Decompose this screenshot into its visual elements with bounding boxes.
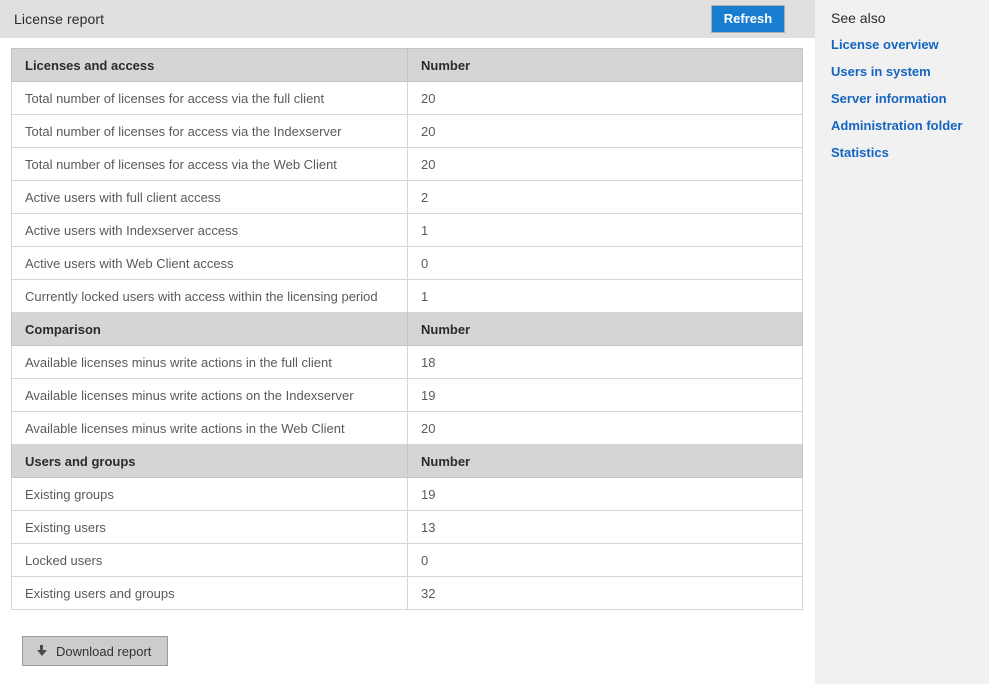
table-row: Available licenses minus write actions i…	[11, 411, 803, 445]
row-label: Total number of licenses for access via …	[11, 147, 408, 181]
table-row: Existing groups 19	[11, 477, 803, 511]
download-arrow-icon	[36, 645, 47, 657]
table-row: Available licenses minus write actions o…	[11, 378, 803, 412]
row-label: Existing groups	[11, 477, 408, 511]
see-also-link-list: License overview Users in system Server in…	[831, 37, 989, 160]
table-row: Active users with full client access 2	[11, 180, 803, 214]
row-label: Active users with Indexserver access	[11, 213, 408, 247]
row-value: 0	[407, 543, 803, 577]
row-label: Active users with full client access	[11, 180, 408, 214]
row-label: Active users with Web Client access	[11, 246, 408, 280]
table-row: Locked users 0	[11, 543, 803, 577]
row-label: Available licenses minus write actions i…	[11, 411, 408, 445]
row-value: 19	[407, 477, 803, 511]
row-value: 1	[407, 279, 803, 313]
row-label: Total number of licenses for access via …	[11, 114, 408, 148]
table-row: Active users with Web Client access 0	[11, 246, 803, 280]
license-report-page: License report Refresh Licenses and acce…	[0, 0, 989, 684]
row-value: 20	[407, 147, 803, 181]
download-report-label: Download report	[56, 643, 152, 659]
table-row: Existing users and groups 32	[11, 576, 803, 610]
table-row: Total number of licenses for access via …	[11, 147, 803, 181]
row-value: 19	[407, 378, 803, 412]
page-header-bar: License report Refresh	[0, 0, 815, 38]
download-report-area: Download report	[22, 636, 815, 666]
see-also-link[interactable]: Server information	[831, 91, 989, 106]
table-section-header-row: Users and groups Number	[11, 444, 803, 478]
row-label: Existing users	[11, 510, 408, 544]
license-report-table: Licenses and access Number Total number of…	[11, 48, 803, 610]
see-also-link[interactable]: Administration folder	[831, 118, 989, 133]
see-also-title: See also	[831, 10, 886, 26]
table-row: Total number of licenses for access via …	[11, 81, 803, 115]
row-value: 18	[407, 345, 803, 379]
row-value: 20	[407, 411, 803, 445]
section-header-value: Number	[407, 312, 803, 346]
row-value: 20	[407, 81, 803, 115]
section-header-label: Users and groups	[11, 444, 408, 478]
download-report-button[interactable]: Download report	[22, 636, 169, 666]
refresh-button[interactable]: Refresh	[711, 5, 785, 33]
table-section-header-row: Comparison Number	[11, 312, 803, 346]
row-label: Available licenses minus write actions o…	[11, 378, 408, 412]
section-header-label: Comparison	[11, 312, 408, 346]
row-label: Available licenses minus write actions i…	[11, 345, 408, 379]
row-value: 0	[407, 246, 803, 280]
report-content: Licenses and access Number Total number of…	[0, 38, 815, 666]
see-also-link[interactable]: License overview	[831, 37, 989, 52]
row-label: Currently locked users with access withi…	[11, 279, 408, 313]
table-row: Available licenses minus write actions i…	[11, 345, 803, 379]
table-row: Existing users 13	[11, 510, 803, 544]
row-label: Existing users and groups	[11, 576, 408, 610]
section-header-label: Licenses and access	[11, 48, 408, 82]
row-value: 13	[407, 510, 803, 544]
row-value: 1	[407, 213, 803, 247]
row-value: 20	[407, 114, 803, 148]
section-header-value: Number	[407, 444, 803, 478]
table-section-header-row: Licenses and access Number	[11, 48, 803, 82]
row-label: Locked users	[11, 543, 408, 577]
row-value: 2	[407, 180, 803, 214]
table-row: Active users with Indexserver access 1	[11, 213, 803, 247]
main-content-column: License report Refresh Licenses and acce…	[0, 0, 815, 684]
row-label: Total number of licenses for access via …	[11, 81, 408, 115]
row-value: 32	[407, 576, 803, 610]
page-title: License report	[14, 11, 105, 27]
section-header-value: Number	[407, 48, 803, 82]
see-also-link[interactable]: Statistics	[831, 145, 989, 160]
see-also-sidebar: See also License overview Users in system…	[815, 0, 989, 684]
table-row: Total number of licenses for access via …	[11, 114, 803, 148]
table-row: Currently locked users with access withi…	[11, 279, 803, 313]
see-also-link[interactable]: Users in system	[831, 64, 989, 79]
